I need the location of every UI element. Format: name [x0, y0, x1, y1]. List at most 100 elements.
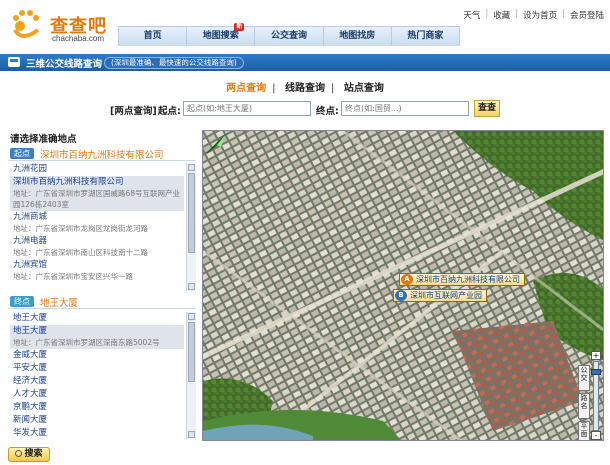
marker-label: 深圳市百纳九洲科技有限公司: [416, 275, 520, 284]
marker-label: 深圳市互联网产业园: [410, 291, 482, 300]
item-name: 经济大厦: [13, 376, 48, 386]
magnifier-icon: [15, 450, 23, 457]
search-button-label: 搜索: [24, 449, 43, 459]
section-title: 三维公交线路查询: [26, 59, 103, 70]
end-tag: 终点: [10, 296, 34, 307]
zoom-control: 公交 路名 平面 + -: [578, 351, 601, 440]
bus-icon: [8, 57, 20, 67]
item-name: 九洲商城: [13, 212, 48, 222]
end-group-name: 地王大厦: [40, 298, 79, 309]
list-item[interactable]: 地王大厦: [10, 312, 184, 325]
item-name: 人才大厦: [13, 389, 48, 399]
zoom-slider-knob[interactable]: [591, 369, 601, 375]
nav-hot-merchants[interactable]: 热门商家: [392, 27, 459, 46]
start-tag: 起点: [10, 148, 34, 159]
list-item[interactable]: 九洲宾馆地址：广东省深圳市宝安区兴华一路: [10, 259, 184, 283]
list-item[interactable]: 九洲电器 地址：广东省深圳市南山区科技南十二路: [10, 235, 184, 259]
item-name: 九洲宾馆: [13, 260, 48, 270]
search-row: [两点查询] 起点: 终点: 查查: [0, 100, 610, 120]
item-address: 地址：广东省深圳市罗湖区国威路68号互联网产业园126栋2403室: [13, 189, 181, 209]
list-item-selected[interactable]: 地王大厦地址：广东省深圳市罗湖区深南东路5002号: [10, 325, 184, 349]
list-item[interactable]: 平安大厦: [10, 362, 184, 375]
query-button[interactable]: 查查: [474, 100, 500, 117]
nav-map-search[interactable]: 地图搜索新: [187, 23, 256, 46]
item-address: 地址：广东省深圳市罗湖区深南东路5002号: [13, 338, 160, 347]
end-label: 终点:: [316, 106, 339, 117]
map-3d-view[interactable]: A 深圳市百纳九洲科技有限公司 B 深圳市互联网产业园 公交 路名 平面 + -: [202, 130, 604, 441]
header: 查查吧 chachaba.com 天气 | 收藏 | 设为首页 | 会员登陆 首页 地…: [0, 0, 610, 48]
scroll-up-arrow[interactable]: [188, 164, 195, 171]
list-item-selected[interactable]: 深圳市百纳九洲科技有限公司地址：广东省深圳市罗湖区国威路68号互联网产业园126…: [10, 176, 184, 211]
start-label: 起点:: [158, 106, 181, 117]
weather-link[interactable]: 天气: [463, 9, 480, 21]
layer-tab-flat[interactable]: 平面: [578, 421, 590, 440]
list-item[interactable]: 经济大厦: [10, 375, 184, 388]
new-badge: 新: [234, 23, 245, 31]
end-input[interactable]: [341, 101, 469, 116]
list-item[interactable]: 人才大厦: [10, 388, 184, 401]
list-item[interactable]: 新闻大厦: [10, 414, 184, 427]
scroll-thumb[interactable]: [188, 173, 195, 253]
tab-station[interactable]: 站点查询: [344, 83, 384, 94]
item-name: 京鹏大厦: [13, 402, 48, 412]
picker-title: 请选择准确地点: [10, 134, 77, 145]
nav-map-housing[interactable]: 地图找房: [324, 27, 392, 46]
nav-bus-query[interactable]: 公交查询: [255, 27, 324, 46]
layer-tab-bus[interactable]: 公交: [578, 365, 590, 391]
item-name: 地王大厦: [13, 313, 48, 323]
end-list-scrollbar[interactable]: [186, 312, 196, 439]
scroll-down-arrow[interactable]: [188, 283, 195, 290]
start-group-name: 深圳市百纳九洲科技有限公司: [40, 150, 164, 161]
start-group-header: 起点 深圳市百纳九洲科技有限公司: [8, 147, 196, 161]
nav-home[interactable]: 首页: [119, 27, 188, 46]
section-subtitle: (深圳最准确、最快速的公交线路查询): [104, 57, 244, 69]
pin-a-icon: A: [401, 274, 413, 285]
item-name: 平安大厦: [13, 363, 48, 373]
item-name: 金威大厦: [13, 350, 48, 360]
query-mode-tabs: 两点查询 | 线路查询 | 站点查询: [226, 83, 384, 94]
list-item[interactable]: 九洲商城 地址：广东省深圳市龙岗区龙岗街龙河路: [10, 211, 184, 235]
map-marker-end[interactable]: B 深圳市互联网产业园: [393, 289, 487, 302]
scroll-up-arrow[interactable]: [188, 313, 195, 320]
map-marker-start[interactable]: A 深圳市百纳九洲科技有限公司: [399, 273, 525, 286]
list-item[interactable]: 京鹏大厦: [10, 401, 184, 414]
utility-links: 天气 | 收藏 | 设为首页 | 会员登陆: [463, 9, 604, 21]
start-list-scrollbar[interactable]: [186, 163, 196, 291]
nav-map-search-label: 地图搜索: [202, 31, 239, 41]
item-address: 地址：广东省深圳市宝安区兴华一路: [13, 272, 133, 281]
site-logo[interactable]: 查查吧 chachaba.com: [10, 8, 110, 46]
scroll-down-arrow[interactable]: [188, 431, 195, 438]
list-item[interactable]: 金威大厦: [10, 349, 184, 362]
layer-tab-road-names[interactable]: 路名: [578, 393, 590, 419]
compass-icon[interactable]: [203, 131, 229, 157]
nav-map-housing-label: 地图找房: [339, 31, 376, 41]
query-type-label: [两点查询]: [110, 106, 157, 117]
item-name: 九洲电器: [13, 236, 48, 246]
favorite-link[interactable]: 收藏: [493, 9, 510, 21]
end-result-list: 地王大厦 地王大厦地址：广东省深圳市罗湖区深南东路5002号 金威大厦 平安大厦…: [10, 312, 196, 439]
tab-route[interactable]: 线路查询: [285, 83, 325, 94]
zoom-out-button[interactable]: -: [591, 431, 601, 440]
location-picker: 请选择准确地点 起点 深圳市百纳九洲科技有限公司 九洲花园 深圳市百纳九洲科技有…: [6, 128, 196, 461]
nav-hot-merchants-label: 热门商家: [407, 31, 444, 41]
tab-two-point[interactable]: 两点查询: [226, 83, 266, 94]
logo-flower-icon: [13, 10, 40, 38]
nav-bus-query-label: 公交查询: [271, 31, 308, 41]
nav-home-label: 首页: [143, 31, 162, 41]
start-result-list: 九洲花园 深圳市百纳九洲科技有限公司地址：广东省深圳市罗湖区国威路68号互联网产…: [10, 163, 196, 291]
end-group-header: 终点 地王大厦: [8, 295, 196, 309]
scroll-thumb[interactable]: [188, 322, 195, 382]
item-name: 地王大厦: [13, 326, 48, 336]
member-login-link[interactable]: 会员登陆: [570, 9, 604, 21]
item-name: 深圳市百纳九洲科技有限公司: [13, 177, 124, 187]
start-input[interactable]: [183, 101, 311, 116]
item-name: 新闻大厦: [13, 415, 48, 425]
search-button[interactable]: 搜索: [8, 447, 50, 462]
brand-domain: chachaba.com: [52, 34, 105, 43]
section-title-bar: 三维公交线路查询 (深圳最准确、最快速的公交线路查询): [0, 54, 610, 71]
set-homepage-link[interactable]: 设为首页: [523, 9, 557, 21]
zoom-in-button[interactable]: +: [591, 351, 601, 360]
pin-b-icon: B: [395, 290, 407, 301]
list-item[interactable]: 华发大厦: [10, 427, 184, 440]
list-item[interactable]: 九洲花园: [10, 163, 184, 176]
